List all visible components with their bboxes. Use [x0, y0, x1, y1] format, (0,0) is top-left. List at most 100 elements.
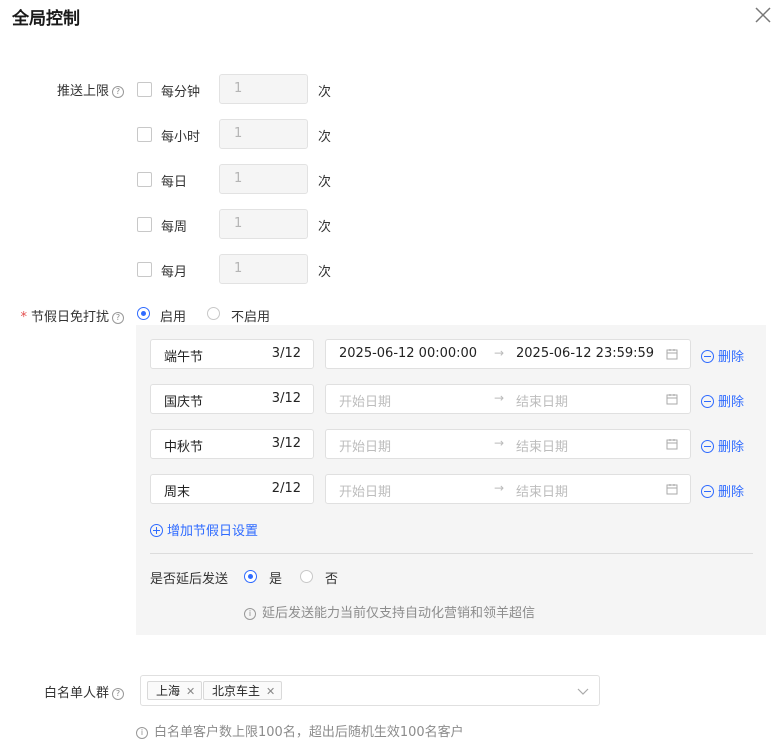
- limit-period-label: 每日: [161, 175, 188, 190]
- holiday-name-field[interactable]: 周末 2/12: [150, 474, 314, 504]
- holiday-enable-label: 启用: [160, 310, 187, 325]
- limit-unit: 次: [318, 130, 332, 145]
- plus-circle-icon: [150, 524, 163, 537]
- start-date: 开始日期: [339, 440, 392, 455]
- holiday-count: 3/12: [271, 391, 301, 406]
- delete-holiday-button[interactable]: 删除: [701, 391, 744, 410]
- holiday-count: 3/12: [271, 346, 301, 361]
- limit-checkbox[interactable]: [137, 262, 152, 277]
- tag-label: 北京车主: [212, 684, 261, 698]
- delay-yes-label: 是: [269, 572, 283, 587]
- limit-checkbox[interactable]: [137, 172, 152, 187]
- help-icon[interactable]: ?: [112, 688, 124, 700]
- delete-holiday-button[interactable]: 删除: [701, 481, 744, 500]
- holiday-name: 国庆节: [164, 395, 204, 410]
- holiday-count: 3/12: [271, 436, 301, 451]
- info-icon: i: [136, 727, 148, 739]
- whitelist-label: 白名单人群?: [24, 682, 124, 701]
- calendar-icon: [666, 348, 678, 360]
- close-icon[interactable]: [752, 4, 772, 26]
- whitelist-select[interactable]: 上海 ✕ 北京车主 ✕: [140, 675, 600, 706]
- holiday-label-text: 节假日免打扰: [30, 310, 109, 325]
- whitelist-note-text: 白名单客户数上限100名，超出后随机生效100名客户: [154, 725, 464, 740]
- holiday-name-field[interactable]: 端午节 3/12: [150, 339, 314, 369]
- minus-circle-icon: [701, 485, 714, 498]
- date-range-picker[interactable]: 开始日期 → 结束日期: [325, 384, 691, 414]
- start-date: 开始日期: [339, 485, 392, 500]
- limit-unit: 次: [318, 175, 332, 190]
- calendar-icon: [666, 438, 678, 450]
- whitelist-note: i 白名单客户数上限100名，超出后随机生效100名客户: [136, 721, 464, 740]
- limit-unit: 次: [318, 220, 332, 235]
- delete-label: 删除: [718, 485, 745, 500]
- delay-yes-radio[interactable]: [244, 570, 257, 583]
- limit-input[interactable]: 1: [219, 209, 308, 239]
- limit-unit: 次: [318, 85, 332, 100]
- dialog-title: 全局控制: [12, 9, 80, 29]
- minus-circle-icon: [701, 395, 714, 408]
- holiday-name: 中秋节: [164, 440, 204, 455]
- date-range-picker[interactable]: 开始日期 → 结束日期: [325, 429, 691, 459]
- limit-checkbox[interactable]: [137, 82, 152, 97]
- whitelist-tag: 北京车主 ✕: [203, 681, 283, 700]
- delay-label: 是否延后发送: [150, 572, 229, 587]
- whitelist-tag: 上海 ✕: [147, 681, 203, 700]
- date-range-picker[interactable]: 开始日期 → 结束日期: [325, 474, 691, 504]
- minus-circle-icon: [701, 350, 714, 363]
- limit-checkbox[interactable]: [137, 217, 152, 232]
- holiday-name-field[interactable]: 国庆节 3/12: [150, 384, 314, 414]
- delete-label: 删除: [718, 350, 745, 365]
- help-icon[interactable]: ?: [112, 86, 124, 98]
- holiday-name: 周末: [164, 485, 191, 500]
- holiday-name-field[interactable]: 中秋节 3/12: [150, 429, 314, 459]
- calendar-icon: [666, 393, 678, 405]
- holiday-name: 端午节: [164, 350, 204, 365]
- add-holiday-button[interactable]: 增加节假日设置: [150, 520, 258, 539]
- arrow-right-icon: →: [494, 481, 505, 495]
- limit-period-label: 每月: [161, 265, 188, 280]
- limit-period-label: 每小时: [161, 130, 201, 145]
- tag-close-icon[interactable]: ✕: [186, 685, 195, 698]
- start-date: 开始日期: [339, 395, 392, 410]
- chevron-down-icon[interactable]: [577, 686, 589, 696]
- arrow-right-icon: →: [494, 436, 505, 450]
- limit-input[interactable]: 1: [219, 254, 308, 284]
- tag-close-icon[interactable]: ✕: [266, 685, 275, 698]
- info-icon: i: [244, 608, 256, 620]
- delay-no-label: 否: [325, 572, 339, 587]
- start-date: 2025-06-12 00:00:00: [339, 346, 478, 361]
- limit-input[interactable]: 1: [219, 74, 308, 104]
- limit-input[interactable]: 1: [219, 119, 308, 149]
- limit-unit: 次: [318, 265, 332, 280]
- divider: [150, 553, 753, 554]
- holiday-label: * 节假日免打扰?: [10, 306, 124, 325]
- limit-period-label: 每周: [161, 220, 188, 235]
- end-date: 结束日期: [516, 395, 569, 410]
- push-limit-label: 推送上限?: [24, 80, 124, 99]
- delete-holiday-button[interactable]: 删除: [701, 436, 744, 455]
- calendar-icon: [666, 483, 678, 495]
- delay-note: i 延后发送能力当前仅支持自动化营销和领羊超信: [244, 602, 535, 621]
- limit-input[interactable]: 1: [219, 164, 308, 194]
- delete-holiday-button[interactable]: 删除: [701, 346, 744, 365]
- holiday-disable-radio[interactable]: [207, 307, 220, 320]
- holiday-enable-radio[interactable]: [137, 307, 150, 320]
- holiday-count: 2/12: [271, 481, 301, 496]
- limit-period-label: 每分钟: [161, 85, 201, 100]
- add-holiday-label: 增加节假日设置: [167, 524, 259, 539]
- limit-checkbox[interactable]: [137, 127, 152, 142]
- end-date: 2025-06-12 23:59:59: [516, 346, 655, 361]
- date-range-picker[interactable]: 2025-06-12 00:00:00 → 2025-06-12 23:59:5…: [325, 339, 691, 369]
- arrow-right-icon: →: [494, 391, 505, 405]
- end-date: 结束日期: [516, 485, 569, 500]
- delete-label: 删除: [718, 440, 745, 455]
- whitelist-label-text: 白名单人群: [43, 686, 109, 701]
- arrow-right-icon: →: [494, 346, 505, 360]
- push-limit-label-text: 推送上限: [56, 84, 109, 99]
- delay-no-radio[interactable]: [300, 570, 313, 583]
- end-date: 结束日期: [516, 440, 569, 455]
- delay-note-text: 延后发送能力当前仅支持自动化营销和领羊超信: [262, 606, 536, 621]
- holiday-disable-label: 不启用: [231, 310, 271, 325]
- help-icon[interactable]: ?: [112, 312, 124, 324]
- required-mark: *: [20, 310, 27, 325]
